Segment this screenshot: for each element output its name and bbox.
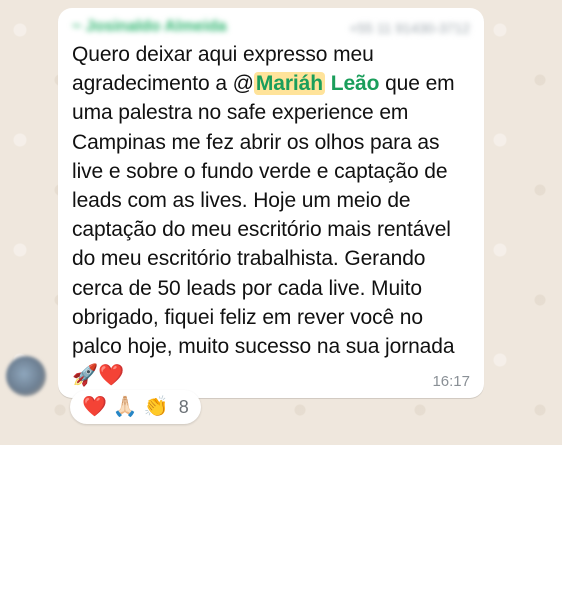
message-text-part: que em uma palestra no safe experience e… [72,72,455,359]
reaction-count: 8 [178,396,189,417]
sender-header: ~ Josinaldo Almeida +55 11 91430-3712 [72,18,470,40]
message-bubble[interactable]: ~ Josinaldo Almeida +55 11 91430-3712 Qu… [58,8,484,398]
rocket-heart-emoji: 🚀❤️ [72,364,125,388]
sender-phone: +55 11 91430-3712 [349,20,470,36]
sender-name[interactable]: ~ Josinaldo Almeida [72,18,227,36]
sender-avatar[interactable] [6,356,46,396]
message-text-part: Quero deixar aqui expresso meu agradecim… [72,43,374,96]
mention-rest[interactable]: Leão [331,72,380,95]
message-text: Quero deixar aqui expresso meu agradecim… [72,40,476,390]
message-time: 16:17 [432,373,470,390]
heart-reaction-icon: ❤️ [82,396,107,418]
clap-reaction-icon: 👏 [143,396,169,418]
pray-reaction-icon: 🙏🏻 [112,396,138,418]
blank-area [0,445,562,600]
mention-highlight[interactable]: Mariáh [253,72,325,96]
reactions-pill[interactable]: ❤️ 🙏🏻 👏 8 [70,390,201,424]
chat-background: ~ Josinaldo Almeida +55 11 91430-3712 Qu… [0,0,562,445]
